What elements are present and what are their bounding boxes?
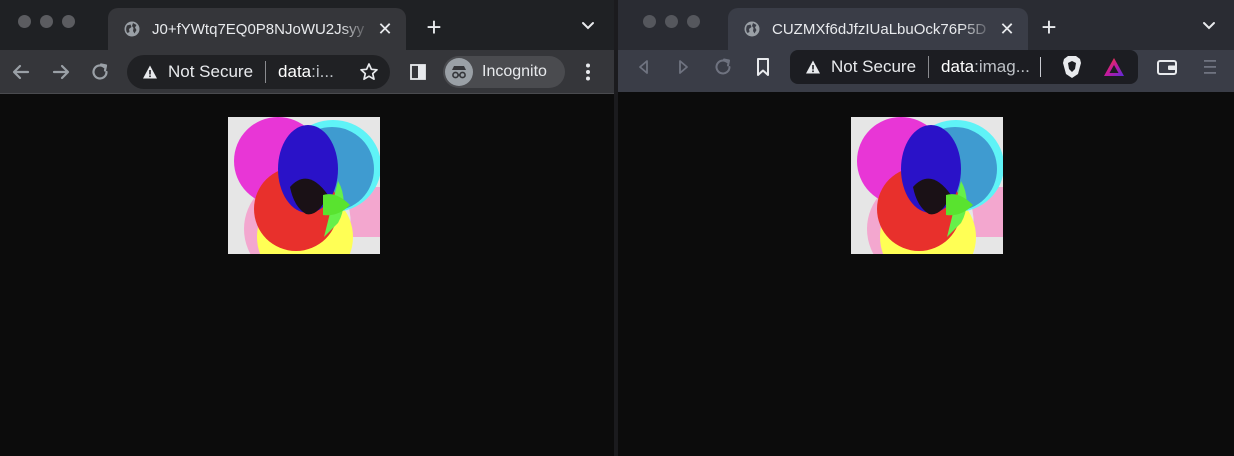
new-tab-button[interactable]: + xyxy=(1036,14,1062,40)
url-scheme: data xyxy=(278,62,312,81)
tab-title: J0+fYWtq7EQ0P8NJoWU2Jsyy xyxy=(152,20,365,38)
incognito-badge[interactable]: Incognito xyxy=(443,56,565,88)
url-scheme: data xyxy=(941,57,975,76)
minimize-window-button[interactable] xyxy=(665,15,678,28)
globe-icon xyxy=(744,21,760,37)
bookmark-icon[interactable] xyxy=(751,55,775,79)
zoom-window-button[interactable] xyxy=(687,15,700,28)
brave-rewards-icon[interactable] xyxy=(1102,55,1126,79)
omnibox-divider xyxy=(265,61,267,83)
shields-divider xyxy=(1039,57,1041,77)
brave-shields-icon[interactable] xyxy=(1060,55,1084,79)
address-bar[interactable]: Not Secure data:i... xyxy=(127,55,390,89)
address-bar[interactable]: Not Secure data:imag... xyxy=(790,50,1138,84)
incognito-label: Incognito xyxy=(482,63,547,80)
warning-icon[interactable] xyxy=(805,59,821,75)
rendered-image xyxy=(851,117,1003,254)
url-text: data:i... xyxy=(278,62,334,82)
star-icon[interactable] xyxy=(357,60,381,84)
zoom-window-button[interactable] xyxy=(62,15,75,28)
tab-strip: CUZMXf6dJfzIUaLbuOck76P5D ✕ + xyxy=(618,0,1234,50)
back-arrow-icon[interactable] xyxy=(632,55,656,79)
chrome-window: J0+fYWtq7EQ0P8NJoWU2Jsyy ✕ + Not Secure … xyxy=(0,0,614,456)
security-label: Not Secure xyxy=(831,57,917,76)
active-tab[interactable]: J0+fYWtq7EQ0P8NJoWU2Jsyy ✕ xyxy=(108,8,406,50)
globe-icon xyxy=(124,21,140,37)
close-tab-icon[interactable]: ✕ xyxy=(998,20,1016,38)
wallet-icon[interactable] xyxy=(1155,55,1179,79)
url-rest: :i... xyxy=(311,62,334,81)
security-label: Not Secure xyxy=(168,62,254,81)
forward-arrow-icon[interactable] xyxy=(49,60,73,84)
minimize-window-button[interactable] xyxy=(40,15,53,28)
reload-icon[interactable] xyxy=(711,55,735,79)
active-tab[interactable]: CUZMXf6dJfzIUaLbuOck76P5D ✕ xyxy=(728,8,1028,50)
chevron-down-icon[interactable] xyxy=(1202,18,1216,32)
incognito-icon xyxy=(445,58,473,86)
chevron-down-icon[interactable] xyxy=(581,18,595,32)
forward-arrow-icon[interactable] xyxy=(671,55,695,79)
brave-window: CUZMXf6dJfzIUaLbuOck76P5D ✕ + Not Secure… xyxy=(618,0,1234,456)
tab-strip: J0+fYWtq7EQ0P8NJoWU2Jsyy ✕ + xyxy=(0,0,614,50)
toolbar: Not Secure data:imag... xyxy=(618,50,1234,92)
reload-icon[interactable] xyxy=(88,60,112,84)
window-controls xyxy=(643,15,700,28)
back-arrow-icon[interactable] xyxy=(9,60,33,84)
close-window-button[interactable] xyxy=(18,15,31,28)
url-text: data:imag... xyxy=(941,57,1030,77)
menu-dots-icon[interactable] xyxy=(576,60,600,84)
warning-icon[interactable] xyxy=(142,64,158,80)
side-panel-icon[interactable] xyxy=(406,60,430,84)
rendered-image xyxy=(228,117,380,254)
new-tab-button[interactable]: + xyxy=(421,14,447,40)
url-rest: :imag... xyxy=(974,57,1030,76)
omnibox-divider xyxy=(928,56,930,78)
close-window-button[interactable] xyxy=(643,15,656,28)
menu-icon[interactable] xyxy=(1198,55,1222,79)
toolbar: Not Secure data:i... Incognito xyxy=(0,50,614,94)
tab-title: CUZMXf6dJfzIUaLbuOck76P5D xyxy=(772,20,987,38)
window-controls xyxy=(18,15,75,28)
close-tab-icon[interactable]: ✕ xyxy=(376,20,394,38)
